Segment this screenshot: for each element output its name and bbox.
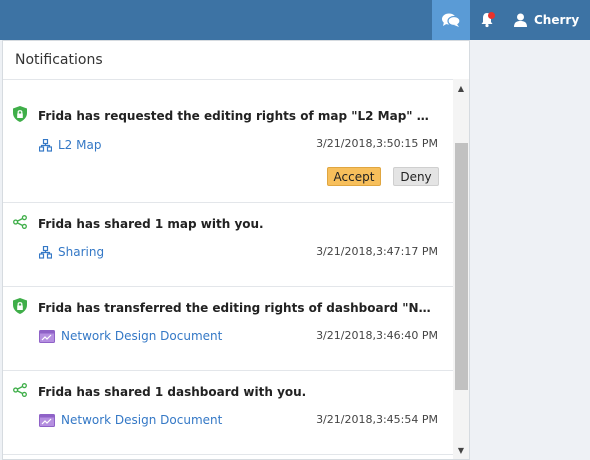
deny-button[interactable]: Deny — [393, 167, 439, 186]
notification-item: Frida has shared 1 map with you. Sharing… — [3, 203, 453, 287]
notification-title: Frida has shared 1 map with you. — [38, 217, 264, 231]
share-icon — [13, 383, 27, 397]
notifications-panel: Notifications Frida has requested the ed… — [2, 40, 470, 460]
notification-list: Frida has requested the editing rights o… — [3, 79, 453, 459]
notification-item: Frida has transferred the editing rights… — [3, 287, 453, 371]
scroll-thumb[interactable] — [455, 143, 468, 390]
notification-link[interactable]: Sharing — [39, 245, 104, 259]
notification-link[interactable]: Network Design Document — [39, 329, 222, 343]
accept-button[interactable]: Accept — [327, 167, 381, 186]
notification-time: 3/21/2018,3:50:15 PM — [316, 137, 438, 150]
notification-item: Frida has shared 1 dashboard with you. N… — [3, 371, 453, 455]
notification-title: Frida has requested the editing rights o… — [38, 109, 433, 123]
notification-time: 3/21/2018,3:47:17 PM — [316, 245, 438, 258]
notification-link-label: Network Design Document — [61, 329, 223, 343]
notification-item: Frida has requested the editing rights o… — [3, 79, 453, 203]
notification-time: 3/21/2018,3:45:54 PM — [316, 413, 438, 426]
user-name: Cherry — [534, 13, 580, 27]
scroll-down-arrow-icon[interactable]: ▼ — [453, 443, 469, 457]
share-icon — [13, 215, 27, 229]
scrollbar[interactable]: ▲ ▼ — [453, 79, 469, 459]
user-icon — [514, 13, 527, 27]
dashboard-icon — [39, 329, 55, 343]
notification-link-label: Network Design Document — [61, 413, 223, 427]
notification-link-label: Sharing — [58, 245, 105, 259]
notifications-button[interactable] — [470, 0, 504, 40]
user-menu[interactable]: Cherry — [504, 0, 590, 40]
notification-link[interactable]: L2 Map — [39, 138, 101, 152]
notification-link-label: L2 Map — [58, 138, 102, 152]
chat-button[interactable] — [432, 0, 470, 40]
shield-lock-icon — [13, 106, 27, 122]
dashboard-icon — [39, 413, 55, 427]
top-bar: Cherry — [0, 0, 590, 40]
notification-time: 3/21/2018,3:46:40 PM — [316, 329, 438, 342]
panel-title: Notifications — [3, 41, 469, 80]
notification-link[interactable]: Network Design Document — [39, 413, 222, 427]
chat-icon — [442, 13, 461, 27]
notification-badge-dot — [488, 12, 495, 19]
map-icon — [39, 138, 52, 152]
notification-title: Frida has shared 1 dashboard with you. — [38, 385, 307, 399]
notification-title: Frida has transferred the editing rights… — [38, 301, 433, 315]
shield-lock-icon — [13, 298, 27, 314]
map-icon — [39, 245, 52, 259]
scroll-up-arrow-icon[interactable]: ▲ — [453, 81, 469, 95]
